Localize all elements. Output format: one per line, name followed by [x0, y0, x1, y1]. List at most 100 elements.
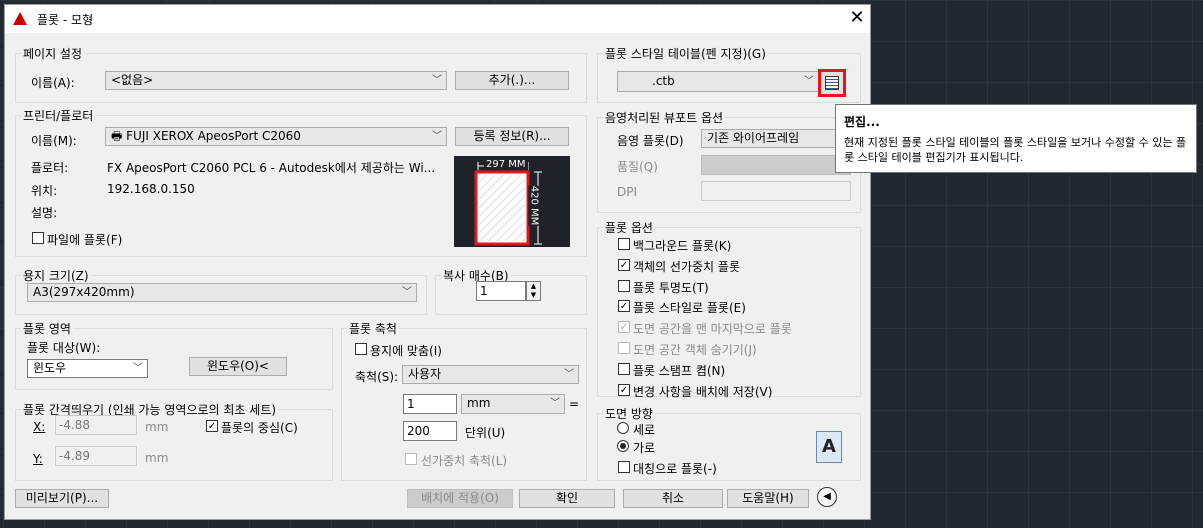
scale-lineweights-label: 선가중치 축척(L)	[421, 454, 508, 468]
chevron-down-icon: ﹀	[550, 398, 560, 409]
shade-plot-select[interactable]: 기존 와이어프레임	[701, 129, 851, 148]
plot-to-file-label: 파일에 플롯(F)	[47, 233, 123, 247]
printer-title: 프린터/플로터	[21, 107, 96, 124]
edit-plot-style-button[interactable]	[818, 69, 846, 97]
plot-options-title: 플롯 옵션	[603, 219, 655, 236]
where-value: 192.168.0.150	[107, 182, 195, 196]
fit-to-paper-checkbox[interactable]	[355, 343, 367, 355]
plot-option-label: 백그라운드 플롯(K)	[633, 239, 732, 253]
plot-dialog: 플롯 - 모형 ✕ 페이지 설정 이름(A): <없음> ﹀ 추가(.)... 프…	[4, 4, 871, 520]
plot-option-label: 플롯 투명도(T)	[633, 280, 709, 295]
quality-label: 품질(Q)	[617, 160, 658, 174]
plot-option-checkbox[interactable]	[618, 279, 630, 292]
copies-input[interactable]: 1	[476, 281, 526, 301]
offset-x-unit: mm	[145, 420, 169, 434]
edit-tooltip: 편집... 현재 지정된 플롯 스타일 테이블의 플롯 스타일을 보거나 수정할…	[835, 104, 1197, 173]
window-select-button[interactable]: 윈도우(O)<	[189, 357, 287, 376]
printer-properties-button[interactable]: 등록 정보(R)...	[455, 127, 569, 146]
add-page-setup-button[interactable]: 추가(.)...	[455, 71, 569, 90]
help-button[interactable]: 도움말(H)	[727, 489, 809, 508]
center-plot-label: 플롯의 중심(C)	[221, 421, 298, 435]
chevron-down-icon: ﹀	[133, 363, 143, 374]
paper-size-title: 용지 크기(Z)	[21, 267, 91, 284]
plot-option-label: 도면 공간 객체 숨기기(J)	[633, 343, 757, 357]
printer-name-label: 이름(M):	[31, 134, 77, 148]
portrait-radio[interactable]	[617, 422, 629, 434]
plot-option-label: 플롯 스탬프 켬(N)	[633, 363, 726, 378]
plot-option-checkbox[interactable]	[618, 342, 630, 354]
scale-lineweights-checkbox[interactable]	[405, 453, 417, 465]
dialog-title: 플롯 - 모형	[37, 13, 94, 27]
landscape-label: 가로	[633, 441, 656, 455]
shade-plot-label: 음영 플롯(D)	[617, 134, 684, 148]
scale-unit-select[interactable]: mm ﹀	[461, 394, 565, 414]
plot-what-label: 플롯 대상(W):	[27, 341, 101, 355]
description-label: 설명:	[31, 206, 58, 220]
plot-option-checkbox[interactable]: ✓	[618, 300, 630, 313]
tooltip-title: 편집...	[844, 115, 880, 129]
printer-select[interactable]: 🖶 FUJI XEROX ApeosPort C2060 ﹀	[105, 127, 447, 146]
quality-select[interactable]	[701, 155, 851, 175]
plot-option-checkbox[interactable]: ✓	[618, 321, 630, 334]
landscape-radio[interactable]	[617, 440, 629, 452]
copies-spinner[interactable]: ▲ ▼	[526, 281, 541, 301]
portrait-label: 세로	[633, 423, 656, 437]
scale-label: 축척(S):	[355, 370, 399, 384]
apply-to-layout-button[interactable]: 배치에 적용(O)	[407, 489, 513, 508]
plot-option-checkbox[interactable]	[618, 362, 630, 375]
plot-option-label: 도면 공간을 맨 마지막으로 플롯	[633, 322, 792, 337]
collapse-arrow-icon[interactable]: ◀	[817, 487, 837, 507]
plot-style-title: 플롯 스타일 테이블(펜 지정)(G)	[603, 45, 768, 62]
chevron-down-icon: ﹀	[402, 287, 412, 298]
plot-style-select[interactable]: .ctb ﹀	[617, 71, 819, 92]
plot-option-label: 객체의 선가중치 플롯	[633, 259, 740, 274]
plot-area-title: 플롯 영역	[21, 320, 73, 337]
offset-x-label: X:	[33, 420, 46, 434]
offset-y-input[interactable]: -4.89	[55, 446, 137, 466]
chevron-down-icon: ﹀	[804, 76, 814, 87]
center-plot-checkbox[interactable]: ✓	[206, 420, 218, 432]
plot-to-file-checkbox[interactable]	[32, 232, 44, 244]
upside-down-label: 대칭으로 플롯(-)	[633, 462, 717, 476]
plot-what-select[interactable]: 윈도우 ﹀	[27, 359, 148, 378]
plotter-value: FX ApeosPort C2060 PCL 6 - Autodesk에서 제공…	[107, 161, 436, 175]
paper-preview: 297 MM 420 MM	[454, 156, 570, 247]
scale-units-label: 단위(U)	[465, 426, 506, 440]
paper-size-select[interactable]: A3(297x420mm) ﹀	[27, 283, 417, 302]
tooltip-text: 현재 지정된 플롯 스타일 테이블의 플롯 스타일을 보거나 수정할 수 있는 …	[844, 136, 1187, 164]
offset-x-input[interactable]: -4.88	[55, 415, 137, 435]
plot-option-checkbox[interactable]: ✓	[618, 258, 630, 271]
close-icon[interactable]: ✕	[847, 7, 867, 28]
dpi-label: DPI	[617, 185, 638, 199]
plot-option-checkbox[interactable]: ✓	[618, 383, 630, 396]
orientation-title: 도면 방향	[603, 405, 655, 422]
chevron-down-icon: ﹀	[432, 75, 442, 86]
equals-sign: =	[569, 397, 580, 411]
ok-button[interactable]: 확인	[519, 489, 615, 508]
plotter-label: 플로터:	[31, 161, 69, 175]
printer-icon: 🖶	[111, 129, 123, 143]
plot-scale-title: 플롯 축척	[347, 320, 399, 337]
chevron-down-icon: ﹀	[564, 369, 574, 380]
cancel-button[interactable]: 취소	[623, 489, 723, 508]
chevron-down-icon: ﹀	[432, 131, 442, 142]
title-bar: 플롯 - 모형 ✕	[5, 5, 870, 33]
preview-width-label: 297 MM	[484, 159, 528, 170]
where-label: 위치:	[31, 184, 58, 198]
page-setup-name-label: 이름(A):	[31, 76, 75, 90]
page-setup-select[interactable]: <없음> ﹀	[105, 71, 447, 90]
plot-option-checkbox[interactable]	[618, 238, 630, 250]
upside-down-checkbox[interactable]	[618, 461, 630, 473]
page-setup-title: 페이지 설정	[21, 45, 85, 62]
preview-height-label: 420 MM	[528, 185, 540, 226]
scale-units-input[interactable]: 200	[403, 421, 457, 441]
plot-option-label: 플롯 스타일로 플롯(E)	[633, 301, 746, 316]
dpi-input[interactable]	[701, 181, 851, 201]
offset-y-label: Y:	[33, 452, 43, 466]
scale-value-input[interactable]: 1	[403, 394, 457, 414]
table-edit-icon	[825, 76, 839, 90]
fit-to-paper-label: 용지에 맞춤(I)	[370, 344, 442, 358]
preview-button[interactable]: 미리보기(P)...	[15, 489, 109, 508]
orientation-page-icon: A	[816, 431, 842, 463]
scale-select[interactable]: 사용자 ﹀	[402, 365, 579, 384]
